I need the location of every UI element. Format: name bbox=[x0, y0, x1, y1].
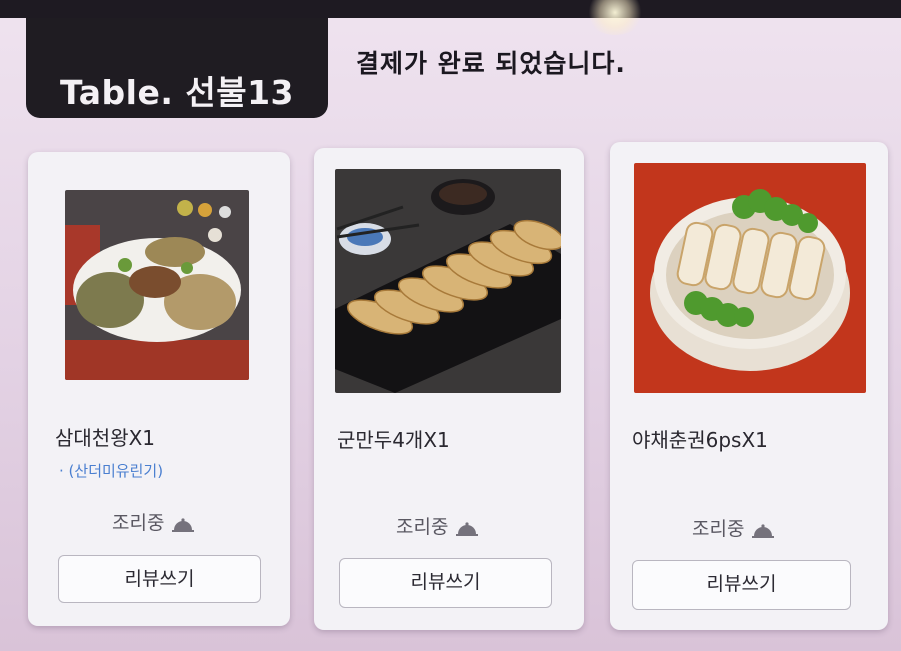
cooking-status: 조리중 bbox=[396, 512, 479, 539]
cooking-status-text: 조리중 bbox=[692, 518, 745, 540]
cooking-status-text: 조리중 bbox=[112, 512, 165, 534]
menu-photo bbox=[634, 163, 866, 393]
order-card: 삼대천왕X1 · (산더미유린기) 조리중 리뷰쓰기 bbox=[28, 152, 290, 626]
item-name-text: 야채춘권6ps bbox=[632, 428, 742, 452]
serving-bell-icon bbox=[172, 515, 195, 532]
cooking-status-text: 조리중 bbox=[396, 516, 449, 538]
review-button[interactable]: 리뷰쓰기 bbox=[632, 560, 851, 610]
item-name: 군만두4개X1 bbox=[337, 424, 450, 453]
cooking-status: 조리중 bbox=[692, 514, 775, 541]
cooking-status: 조리중 bbox=[112, 508, 195, 535]
order-card: 군만두4개X1 조리중 리뷰쓰기 bbox=[314, 148, 584, 630]
item-option: · (산더미유린기) bbox=[59, 462, 164, 480]
top-bar bbox=[0, 0, 901, 18]
item-quantity: X1 bbox=[128, 426, 156, 450]
serving-bell-icon bbox=[456, 519, 479, 536]
item-name: 삼대천왕X1 bbox=[55, 422, 155, 451]
table-label: Table. 선불13 bbox=[59, 73, 294, 112]
screen-glare bbox=[585, 0, 645, 35]
order-card: 야채춘권6psX1 조리중 리뷰쓰기 bbox=[610, 142, 888, 630]
menu-photo bbox=[335, 169, 561, 393]
item-name-text: 군만두4개 bbox=[337, 428, 424, 452]
review-button[interactable]: 리뷰쓰기 bbox=[339, 558, 552, 608]
payment-complete-message: 결제가 완료 되었습니다. bbox=[356, 49, 626, 78]
menu-photo bbox=[65, 190, 249, 380]
item-quantity: X1 bbox=[423, 428, 450, 452]
item-name-text: 삼대천왕 bbox=[55, 426, 129, 450]
serving-bell-icon bbox=[752, 521, 775, 538]
review-button[interactable]: 리뷰쓰기 bbox=[58, 555, 261, 603]
item-name: 야채춘권6psX1 bbox=[632, 424, 768, 453]
table-tab: Table. 선불13 bbox=[26, 18, 328, 118]
item-quantity: X1 bbox=[741, 428, 768, 452]
